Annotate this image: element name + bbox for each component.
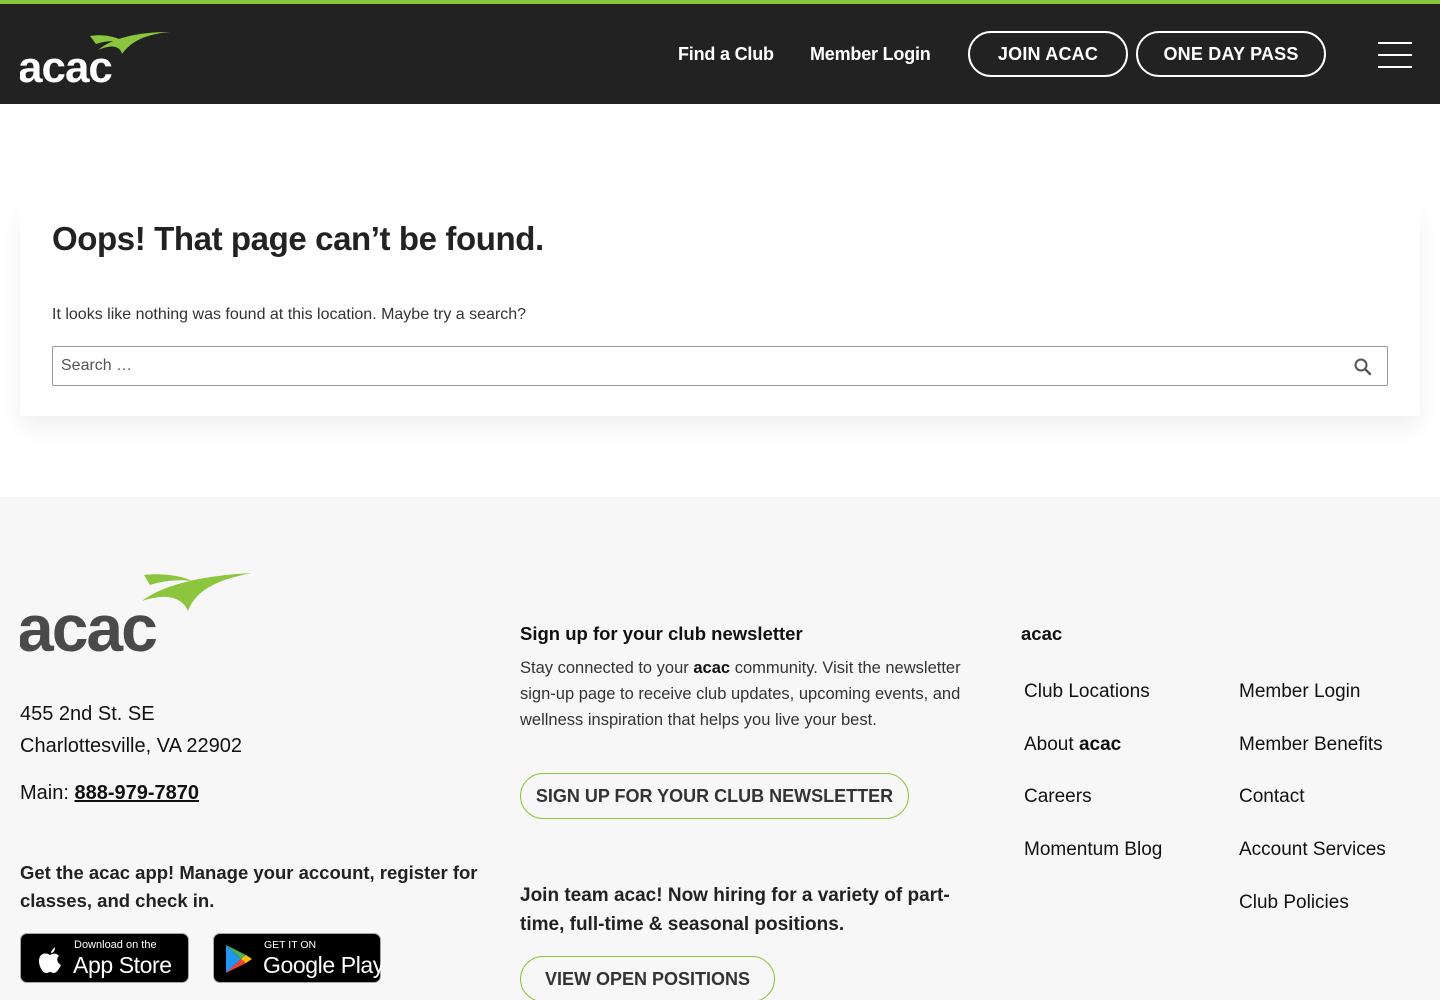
view-open-positions-button[interactable]: VIEW OPEN POSITIONS	[520, 956, 775, 1000]
footer-link-member-benefits[interactable]: Member Benefits	[1239, 734, 1383, 756]
google-play-big-text: Google Play	[263, 952, 384, 978]
newsletter-heading: Sign up for your club newsletter	[520, 623, 803, 644]
app-promo-text: Get the acac app! Manage your account, r…	[20, 862, 478, 911]
apple-icon	[39, 947, 61, 973]
google-play-small-text: GET IT ON	[264, 939, 317, 951]
nav-find-a-club[interactable]: Find a Club	[678, 42, 774, 66]
about-brand: acac	[1078, 734, 1122, 755]
nav-member-login[interactable]: Member Login	[810, 42, 931, 66]
footer-link-club-policies[interactable]: Club Policies	[1239, 892, 1349, 914]
footer-link-club-locations[interactable]: Club Locations	[1024, 681, 1150, 703]
footer-link-careers[interactable]: Careers	[1024, 786, 1092, 808]
search-input[interactable]	[53, 347, 1343, 385]
newsletter-text-before: Stay connected to your	[520, 659, 689, 677]
search-form	[52, 346, 1388, 386]
not-found-message: It looks like nothing was found at this …	[52, 306, 527, 323]
site-footer: acac 455 2nd St. SE Charlottesville, VA …	[0, 497, 1440, 1000]
acac-footer-logo[interactable]: acac	[20, 571, 252, 653]
phone-link[interactable]: 888-979-7870	[74, 782, 199, 804]
join-acac-button[interactable]: JOIN ACAC	[968, 31, 1128, 77]
newsletter-text-brand: acac	[693, 659, 731, 677]
acac-logo[interactable]: acac	[20, 28, 170, 84]
phone-label: Main:	[20, 782, 69, 804]
footer-link-momentum-blog[interactable]: Momentum Blog	[1024, 839, 1162, 861]
footer-link-contact[interactable]: Contact	[1239, 786, 1304, 808]
footer-links-heading: acac	[1021, 623, 1063, 644]
site-header: acac Find a Club Member Login JOIN ACAC …	[0, 4, 1440, 104]
main-phone: Main: 888-979-7870	[20, 782, 199, 805]
app-store-small-text: Download on the	[74, 939, 157, 951]
page-title: Oops! That page can’t be found.	[52, 220, 544, 257]
svg-text:acac: acac	[20, 43, 112, 84]
app-store-button[interactable]: Download on the App Store	[20, 933, 189, 983]
google-play-button[interactable]: GET IT ON Google Play	[213, 933, 384, 983]
newsletter-signup-button[interactable]: SIGN UP FOR YOUR CLUB NEWSLETTER	[520, 773, 909, 819]
not-found-card: Oops! That page can’t be found. It looks…	[20, 206, 1420, 416]
hamburger-menu-icon[interactable]	[1378, 42, 1412, 68]
search-icon[interactable]	[1353, 357, 1373, 377]
hiring-text: Join team acac! Now hiring for a variety…	[520, 885, 950, 935]
newsletter-text: Stay connected to your acac community. V…	[520, 655, 990, 733]
footer-link-member-login[interactable]: Member Login	[1239, 681, 1360, 703]
one-day-pass-button[interactable]: ONE DAY PASS	[1136, 31, 1326, 77]
address-line-2: Charlottesville, VA 22902	[20, 735, 242, 757]
footer-link-about[interactable]: About acac	[1024, 734, 1121, 756]
address-line-1: 455 2nd St. SE	[20, 703, 155, 725]
about-label: About	[1024, 734, 1074, 755]
google-play-icon	[226, 945, 252, 973]
svg-text:acac: acac	[20, 591, 156, 653]
app-store-big-text: App Store	[73, 952, 172, 978]
footer-link-account-services[interactable]: Account Services	[1239, 839, 1386, 861]
